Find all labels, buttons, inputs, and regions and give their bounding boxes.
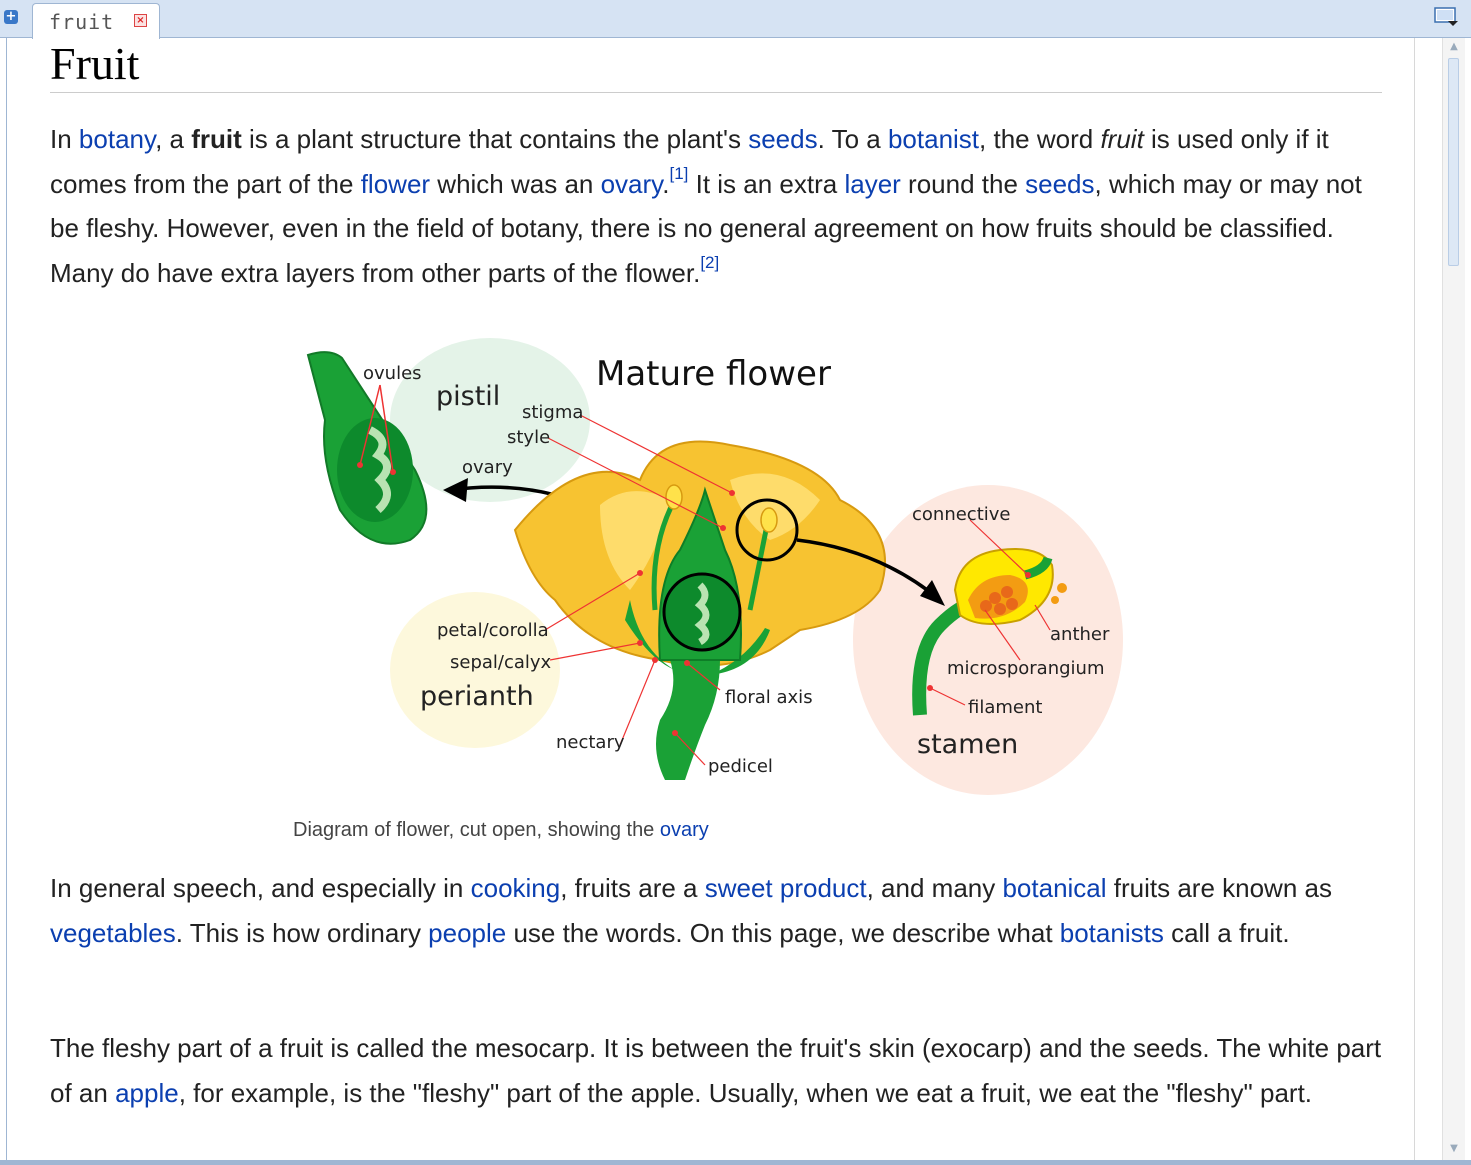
figure-title: Mature flower <box>596 354 831 394</box>
term-fruit: fruit <box>191 124 242 154</box>
link-layer[interactable]: layer <box>844 169 900 199</box>
label-connective: connective <box>912 504 1010 525</box>
label-style: style <box>507 427 550 448</box>
content-edge <box>1414 38 1415 1160</box>
frame-bottom-edge <box>0 1160 1471 1165</box>
link-seeds-2[interactable]: seeds <box>1025 169 1094 199</box>
add-tab-icon[interactable]: + <box>4 10 18 24</box>
label-ovules: ovules <box>363 363 422 384</box>
intro-paragraph: In botany, a fruit is a plant structure … <box>50 124 1362 288</box>
link-apple[interactable]: apple <box>115 1078 179 1108</box>
reference-2[interactable]: [2] <box>700 253 719 272</box>
reference-1[interactable]: [1] <box>669 164 688 183</box>
label-petal-corolla: petal/corolla <box>437 620 549 641</box>
link-sweet-product[interactable]: sweet product <box>705 873 867 903</box>
mesocarp-paragraph: The fleshy part of a fruit is called the… <box>50 1033 1382 1108</box>
tab-label: fruit <box>49 10 115 34</box>
link-seeds[interactable]: seeds <box>748 124 817 154</box>
label-anther: anther <box>1050 624 1110 645</box>
link-botanical[interactable]: botanical <box>1002 873 1106 903</box>
flower-diagram[interactable]: Mature flower ovules pistil stigma style… <box>300 330 1130 800</box>
label-pistil: pistil <box>436 381 500 412</box>
figure-caption: Diagram of flower, cut open, showing the… <box>293 819 709 841</box>
title-divider <box>50 92 1382 93</box>
label-pedicel: pedicel <box>708 756 773 777</box>
label-stigma: stigma <box>522 402 583 423</box>
link-botanist[interactable]: botanist <box>888 124 979 154</box>
tab-bar: + fruit × <box>0 0 1471 39</box>
label-nectary: nectary <box>556 732 625 753</box>
label-perianth: perianth <box>420 681 534 712</box>
link-botanists[interactable]: botanists <box>1060 918 1164 948</box>
vertical-scrollbar[interactable]: ▲ ▼ <box>1442 38 1465 1160</box>
link-botany[interactable]: botany <box>79 124 155 154</box>
link-caption-ovary[interactable]: ovary <box>660 819 709 841</box>
label-sepal-calyx: sepal/calyx <box>450 652 552 673</box>
general-speech-paragraph: In general speech, and especially in coo… <box>50 873 1332 948</box>
link-people[interactable]: people <box>428 918 506 948</box>
scroll-thumb[interactable] <box>1448 58 1459 266</box>
close-tab-icon[interactable]: × <box>134 14 147 27</box>
label-filament: filament <box>968 697 1042 718</box>
link-cooking[interactable]: cooking <box>471 873 561 903</box>
tab-fruit[interactable]: fruit × <box>32 3 160 39</box>
page-title: Fruit <box>50 38 140 89</box>
tab-list-icon[interactable] <box>1433 6 1459 28</box>
scroll-down-icon[interactable]: ▼ <box>1447 1142 1461 1156</box>
term-fruit-italic: fruit <box>1100 124 1144 154</box>
scroll-up-icon[interactable]: ▲ <box>1447 40 1461 54</box>
label-floral-axis: floral axis <box>725 687 813 708</box>
link-ovary[interactable]: ovary <box>601 169 663 199</box>
label-microsporangium: microsporangium <box>947 658 1104 679</box>
link-vegetables[interactable]: vegetables <box>50 918 176 948</box>
label-stamen: stamen <box>917 729 1018 760</box>
label-ovary: ovary <box>462 457 513 478</box>
link-flower[interactable]: flower <box>361 169 430 199</box>
frame-left-edge <box>6 38 7 1165</box>
